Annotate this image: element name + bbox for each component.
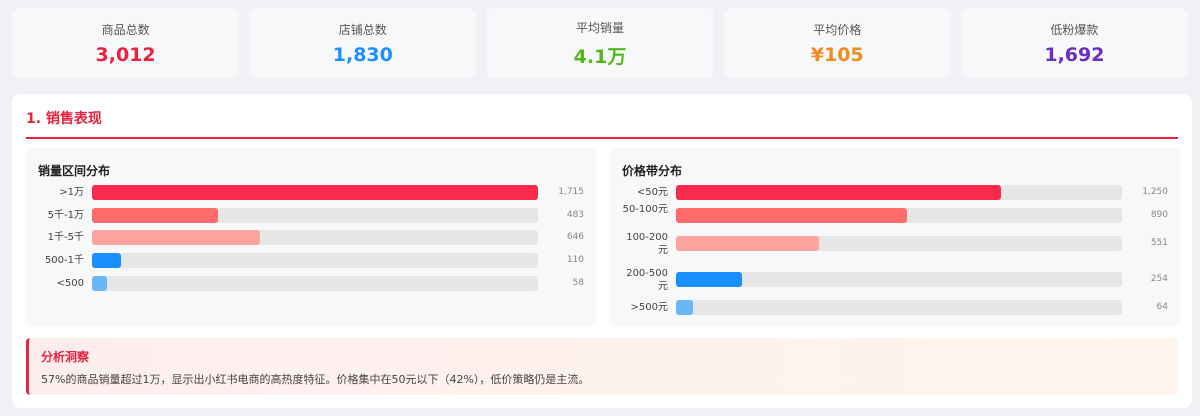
section-title: 1. 销售表现: [26, 108, 1178, 139]
bar-track: [676, 208, 1122, 223]
bar-fill: [92, 208, 218, 223]
bar-track: [676, 185, 1122, 200]
bar-fill: [676, 300, 693, 315]
bar-label: >1万: [59, 187, 84, 198]
bar-value: 64: [1156, 302, 1168, 312]
bar-track: [92, 185, 538, 200]
stat-card-avg-sales: 平均销量 4.1万: [486, 8, 714, 79]
bar-fill: [676, 208, 908, 223]
bar-value: 254: [1150, 274, 1168, 284]
stats-row: 商品总数 3,012 店铺总数 1,830 平均销量 4.1万 平均价格 ¥10…: [12, 8, 1189, 79]
bar-label: 50-100元: [622, 203, 668, 215]
bar-track: [676, 300, 1122, 315]
bar-label: <50元: [636, 187, 668, 198]
bar-fill: [676, 272, 743, 287]
insight-text: 57%的商品销量超过1万，显示出小红书电商的高热度特征。价格集中在50元以下（4…: [41, 373, 590, 386]
stat-value: 1,692: [1044, 44, 1105, 66]
bar-value: 483: [566, 210, 584, 220]
bar-label: >500元: [630, 302, 668, 313]
bar-label: 100-200元: [626, 231, 668, 256]
insight-title: 分析洞察: [41, 350, 90, 364]
bar-track: [92, 230, 538, 245]
insight-box: 分析洞察 57%的商品销量超过1万，显示出小红书电商的高热度特征。价格集中在50…: [26, 338, 1178, 395]
bar-value: 646: [566, 232, 584, 242]
stat-card-shops: 店铺总数 1,830: [249, 8, 477, 79]
bar-track: [676, 272, 1122, 287]
stat-label: 店铺总数: [338, 23, 387, 37]
stat-value: 1,830: [332, 44, 393, 66]
bar-track: [676, 236, 1122, 251]
stat-label: 低粉爆款: [1050, 23, 1099, 37]
bar-fill: [676, 185, 1002, 200]
stat-value: 3,012: [95, 44, 156, 66]
bar-value: 551: [1150, 238, 1168, 248]
card-title: 销量区间分布: [38, 164, 111, 178]
bar-value: 890: [1150, 210, 1168, 220]
bar-value: 110: [566, 255, 584, 265]
bar-fill: [676, 236, 820, 251]
bar-label: 500-1千: [44, 255, 84, 266]
stat-card-products: 商品总数 3,012: [12, 8, 240, 79]
stat-label: 平均价格: [813, 23, 862, 37]
stat-value: ¥105: [810, 44, 864, 66]
bar-fill: [92, 230, 260, 245]
bar-track: [92, 208, 538, 223]
stat-card-low-fan-hits: 低粉爆款 1,692: [960, 8, 1189, 79]
bar-label: <500: [56, 278, 84, 289]
bar-label: 200-500元: [626, 267, 668, 292]
stat-card-avg-price: 平均价格 ¥105: [723, 8, 951, 79]
card-title: 价格带分布: [622, 164, 683, 178]
bar-track: [92, 253, 538, 268]
bar-value: 1,715: [558, 187, 584, 197]
bar-track: [92, 276, 538, 291]
bar-fill: [92, 276, 108, 291]
bar-label: 1千-5千: [47, 232, 84, 243]
stat-label: 商品总数: [101, 23, 150, 37]
bar-fill: [92, 185, 538, 200]
sales-distribution-card: 销量区间分布 >1万 1,715 5千-1万 483 1千-5千 646 500-1千 110…: [26, 148, 596, 326]
bar-fill: [92, 253, 121, 268]
bar-value: 58: [572, 278, 584, 288]
stat-label: 平均销量: [576, 20, 625, 35]
sales-performance-panel: 1. 销售表现 销量区间分布 >1万 1,715 5千-1万 483 1千-5千 646 5…: [12, 94, 1192, 408]
stat-value: 4.1万: [573, 45, 627, 68]
bar-value: 1,250: [1142, 187, 1168, 197]
price-distribution-card: 价格带分布 <50元 1,250 50-100元 890 100-200元 551 200-…: [610, 148, 1180, 326]
bar-label: 5千-1万: [47, 210, 84, 221]
